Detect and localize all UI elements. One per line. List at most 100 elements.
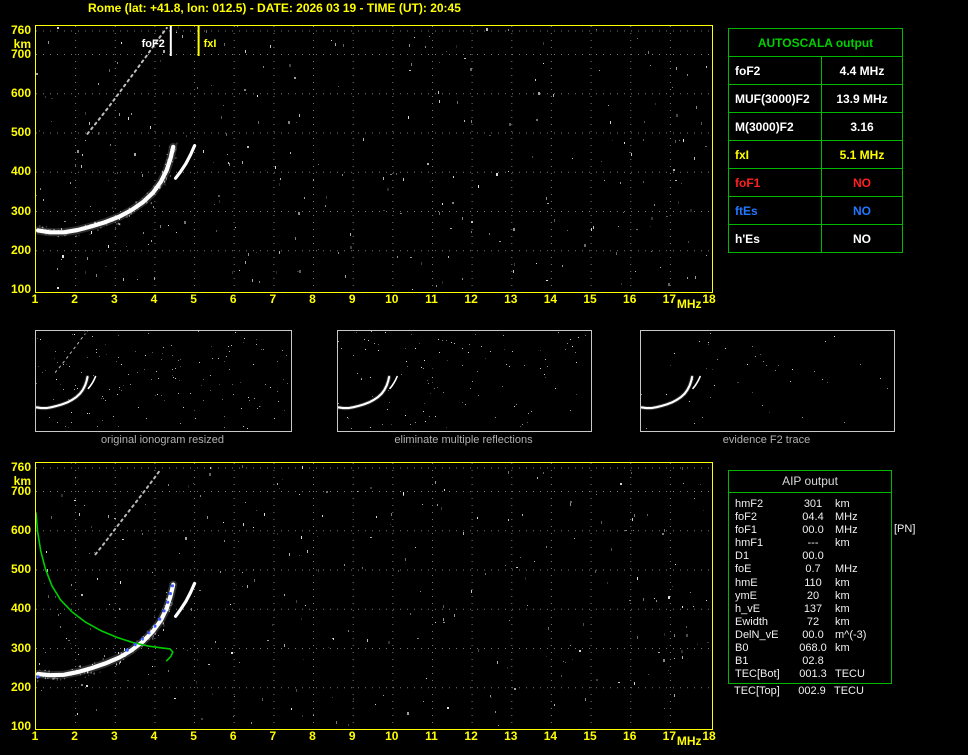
aip-param-value: 0.7 (805, 563, 821, 576)
autoscala-param-label: ftEs (728, 196, 822, 225)
aip-param-label: D1 (735, 550, 750, 563)
marker-fxI: fxI (197, 26, 216, 56)
aip-table-header: AIP output (729, 471, 891, 493)
thumbnail-canvas (639, 333, 888, 429)
autoscala-param-value: NO (821, 196, 903, 225)
aip-param-label: foF1 (735, 524, 758, 537)
autoscala-window: Rome (lat: +41.8, lon: 012.5) - DATE: 20… (0, 0, 968, 755)
noise-layer (36, 26, 707, 290)
x-tick-label: 8 (309, 729, 316, 743)
autoscala-row: foF2 4.4 MHz (728, 56, 903, 85)
aip-param-value: 00.0 (802, 628, 824, 641)
series-F2-trace (34, 375, 90, 411)
x-tick-label: 8 (309, 292, 316, 306)
x-tick-label: 1 (31, 729, 39, 743)
x-tick-label: 6 (229, 292, 237, 306)
aip-param-value: 001.3 (799, 668, 827, 681)
thumbnail-panel-2 (336, 330, 592, 432)
thumbnail-panel-3 (639, 330, 895, 432)
grid-layer (36, 26, 710, 290)
aip-row: ymE 20 km (729, 590, 891, 603)
series-F2-trace (336, 375, 392, 411)
autoscala-table-body: foF2 4.4 MHz MUF(3000)F2 13.9 MHz M(3000)F2 3… (728, 56, 903, 253)
aip-param-label: foE (735, 563, 752, 576)
aip-row: D1 00.0 (729, 550, 891, 563)
x-tick-label: 15 (583, 292, 597, 306)
aip-param-value: 72 (806, 615, 820, 628)
x-tick-label: 4 (150, 729, 158, 743)
aip-param-unit: km (835, 537, 850, 550)
autoscala-param-label: M(3000)F2 (728, 112, 822, 141)
x-tick-label: 3 (110, 729, 118, 743)
x-tick-label: 10 (385, 729, 399, 743)
x-tick-label: 9 (348, 729, 356, 743)
autoscala-param-label: foF2 (728, 56, 822, 85)
x-tick-label: 10 (385, 292, 399, 306)
marker-foF2: foF2 (142, 26, 172, 56)
series-F2-trace (639, 375, 695, 411)
aip-tec-top-value: 002.9 (798, 685, 826, 697)
aip-param-unit: km (835, 602, 850, 615)
aip-param-unit: km (835, 498, 850, 510)
thumbnail-panel-1 (34, 330, 292, 432)
page-title: Rome (lat: +41.8, lon: 012.5) - DATE: 20… (88, 1, 461, 15)
aip-param-label: h_vE (735, 602, 761, 615)
aip-param-label: Ewidth (735, 615, 769, 628)
x-tick-label: 6 (229, 729, 237, 743)
aip-param-label: TEC[Bot] (735, 668, 780, 681)
noise-layer (38, 463, 709, 726)
series-F2-trace (34, 142, 178, 237)
autoscala-param-value: 4.4 MHz (821, 56, 903, 85)
series-x-mode-tail (174, 144, 197, 180)
aip-param-unit: km (835, 576, 850, 589)
x-tick-label: 13 (504, 729, 518, 743)
aip-param-unit: km (835, 589, 850, 602)
aip-output-table: AIP output hmF2 301 km foF2 04.4 MHz foF1 00.0 M… (728, 470, 892, 685)
aip-row: hmF2 301 km (729, 498, 891, 511)
aip-param-value: 04.4 (802, 511, 824, 524)
y-tick-label: 400 (10, 601, 31, 616)
x-tick-label: 7 (269, 729, 277, 743)
aip-param-label: B1 (735, 655, 749, 668)
aip-param-unit: m^(-3) (835, 628, 867, 641)
aip-row: h_vE 137 km (729, 603, 891, 616)
aip-table-body: hmF2 301 km foF2 04.4 MHz foF1 00.0 MHz hmF1 --- km… (729, 493, 891, 683)
aip-tec-top-row: TEC[Top] 002.9 TECU (728, 685, 896, 698)
aip-param-unit (835, 655, 891, 668)
y-tick-label: 200 (10, 679, 31, 694)
aip-param-label: ymE (735, 589, 757, 602)
x-tick-label: 11 (425, 292, 438, 306)
autoscala-param-value: 5.1 MHz (821, 140, 903, 169)
x-tick-label: 14 (543, 292, 558, 306)
autoscala-table-header-row: AUTOSCALA output (728, 28, 903, 57)
y-tick-label: 600 (10, 522, 31, 537)
series-second-reflection (54, 333, 86, 373)
ionogram-canvas: foF2 fxI (34, 26, 710, 290)
y-axis-unit: km (13, 37, 31, 51)
aip-param-unit: km (835, 642, 850, 655)
x-tick-label: 13 (504, 292, 518, 306)
y-tick-label: 300 (10, 640, 31, 655)
aip-param-value: --- (807, 537, 819, 550)
aip-param-label: hmF2 (735, 498, 764, 510)
aip-row: foE 0.7 MHz (729, 563, 891, 576)
x-tick-label: 12 (464, 729, 478, 743)
x-tick-label: 14 (543, 729, 558, 743)
profile-ionogram-plot (34, 462, 713, 730)
main-ionogram-plot: foF2 fxI (34, 25, 713, 293)
x-tick-label: 15 (583, 729, 597, 743)
y-tick-label: 600 (10, 85, 31, 100)
x-tick-label: 1 (31, 292, 39, 306)
aip-param-value: 137 (803, 602, 823, 615)
x-tick-label: 7 (269, 292, 277, 306)
series-F2-trace (34, 580, 178, 680)
x-tick-label: 16 (623, 729, 637, 743)
y-tick-label: 300 (10, 203, 31, 218)
series-x-mode-tail (174, 581, 197, 618)
x-tick-label: 11 (425, 729, 438, 743)
y-tick-label: 400 (10, 164, 31, 179)
aip-tec-top-label: TEC[Top] (734, 685, 780, 697)
x-tick-label: 5 (190, 729, 197, 743)
x-axis-unit: MHz (676, 297, 702, 311)
autoscala-param-label: fxI (728, 140, 822, 169)
